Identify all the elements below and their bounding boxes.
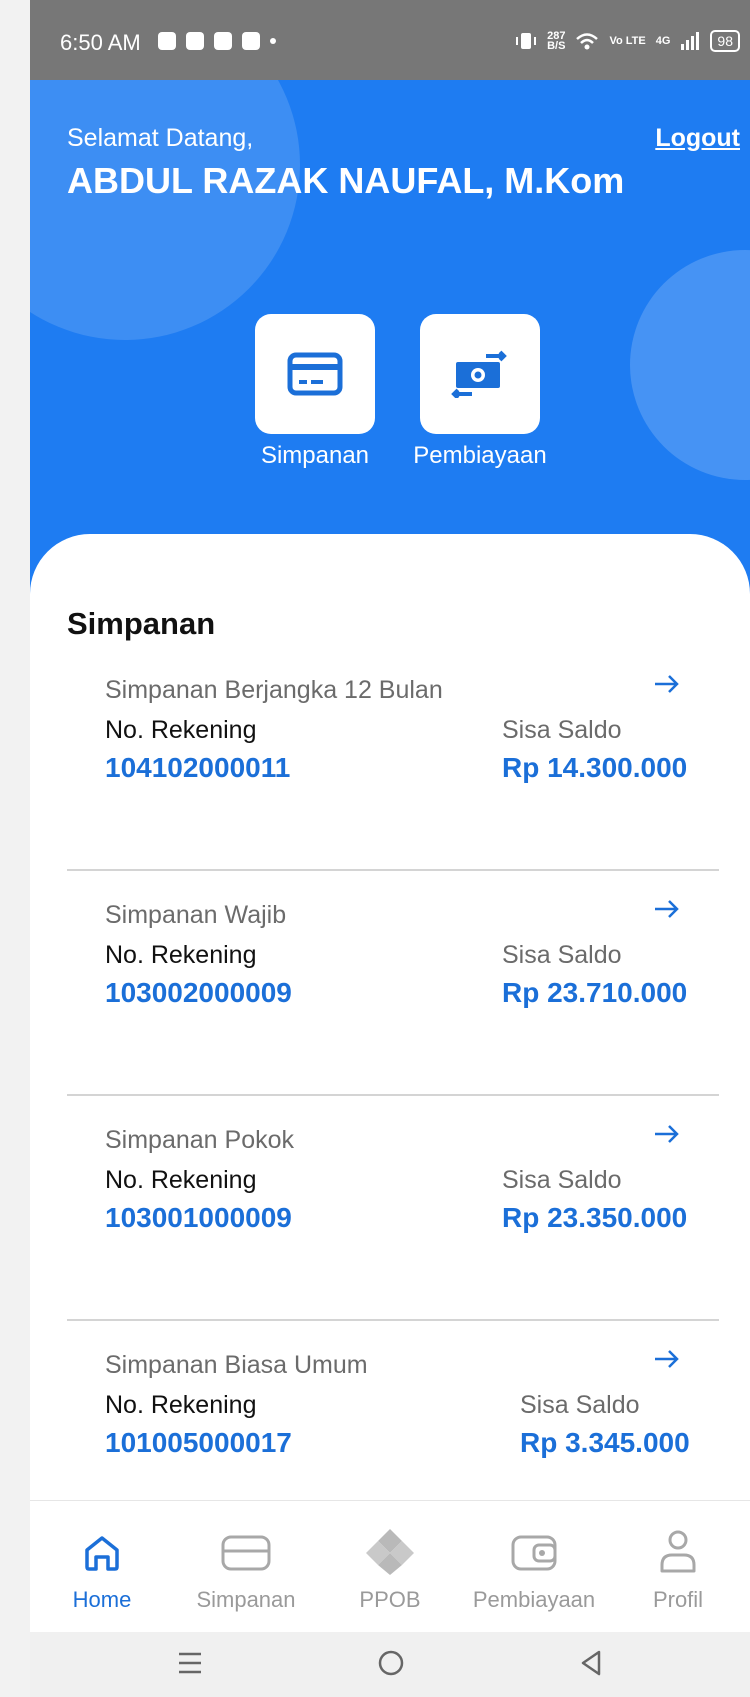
account-name: Simpanan Pokok: [105, 1126, 295, 1154]
nav-label: PPOB: [359, 1587, 421, 1612]
home-icon: [85, 1536, 119, 1571]
wifi-icon: [576, 33, 599, 50]
signal-type: 4G: [655, 35, 671, 47]
status-bar: 6:50 AM 287 B/S Vo LTE 4G 98: [30, 0, 750, 80]
account-card[interactable]: Simpanan Berjangka 12 Bulan No. Rekening…: [67, 646, 719, 871]
home-button-icon[interactable]: [376, 1648, 406, 1678]
account-card[interactable]: Simpanan Wajib No. Rekening 103002000009…: [67, 871, 719, 1096]
system-nav-bar: [30, 1632, 750, 1697]
vibrate-icon: [516, 33, 537, 49]
account-number: 101005000017: [105, 1427, 292, 1458]
simpanan-menu-button[interactable]: [255, 314, 375, 434]
savings-panel: Simpanan Simpanan Berjangka 12 Bulan No.…: [30, 534, 750, 1514]
credit-card-icon: [287, 352, 343, 396]
balance-label: Sisa Saldo: [520, 1391, 640, 1419]
app-screen: 6:50 AM 287 B/S Vo LTE 4G 98 Selamat Dat…: [30, 0, 750, 1697]
account-number: 103001000009: [105, 1202, 292, 1233]
welcome-header: Selamat Datang, ABDUL RAZAK NAUFAL, M.Ko…: [30, 80, 750, 600]
nav-profil[interactable]: Profil: [606, 1501, 750, 1633]
arrow-right-icon[interactable]: [653, 672, 681, 696]
recent-apps-icon[interactable]: [176, 1648, 204, 1678]
status-time: 6:50 AM: [60, 30, 141, 55]
pembiayaan-menu-label: Pembiayaan: [413, 442, 547, 469]
money-transfer-icon: [451, 350, 507, 398]
network-speed: 287 B/S: [547, 31, 566, 52]
nav-label: Simpanan: [196, 1587, 296, 1612]
app-notification-icon: [186, 32, 204, 50]
balance-label: Sisa Saldo: [502, 941, 622, 969]
logout-link[interactable]: Logout: [655, 124, 740, 153]
arrow-right-icon[interactable]: [653, 1347, 681, 1371]
youtube-notification-icon: [242, 32, 260, 50]
back-icon[interactable]: [578, 1648, 604, 1678]
decor-circle: [30, 80, 300, 340]
chrome-notification-icon: [158, 32, 176, 50]
pembiayaan-menu-button[interactable]: [420, 314, 540, 434]
balance-value: Rp 14.300.000: [502, 752, 688, 783]
account-number-label: No. Rekening: [105, 1391, 257, 1419]
signal-icon: [681, 32, 700, 50]
account-number: 104102000011: [105, 752, 291, 783]
account-number-label: No. Rekening: [105, 941, 257, 969]
notification-icons: [158, 32, 276, 50]
wallet-icon: [511, 1535, 557, 1571]
simpanan-menu-label: Simpanan: [260, 442, 370, 469]
ppob-icon: [366, 1529, 414, 1575]
screen-gutter: [0, 0, 30, 1697]
account-name: Simpanan Berjangka 12 Bulan: [105, 676, 443, 704]
shop-notification-icon: [214, 32, 232, 50]
system-status-icons: 287 B/S Vo LTE 4G 98: [515, 30, 740, 52]
account-number-label: No. Rekening: [105, 716, 257, 744]
user-name: ABDUL RAZAK NAUFAL, M.Kom: [67, 160, 625, 201]
battery-level: 98: [710, 30, 740, 52]
more-notifications-icon: [270, 38, 276, 44]
nav-pembiayaan[interactable]: Pembiayaan: [462, 1501, 606, 1633]
account-number: 103002000009: [105, 977, 292, 1008]
account-card[interactable]: Simpanan Pokok No. Rekening 103001000009…: [67, 1096, 719, 1321]
account-number-label: No. Rekening: [105, 1166, 257, 1194]
account-name: Simpanan Biasa Umum: [105, 1351, 368, 1379]
nav-home[interactable]: Home: [30, 1501, 174, 1633]
balance-value: Rp 3.345.000: [520, 1427, 690, 1458]
balance-label: Sisa Saldo: [502, 1166, 622, 1194]
arrow-right-icon[interactable]: [653, 897, 681, 921]
volte-indicator: Vo LTE: [609, 35, 646, 47]
bottom-nav: Home Simpanan PPOB Pembiayaan Profil: [30, 1500, 750, 1633]
profile-icon: [660, 1530, 696, 1573]
section-title: Simpanan: [67, 606, 216, 641]
card-icon: [221, 1535, 271, 1571]
greeting-text: Selamat Datang,: [67, 124, 254, 152]
nav-label: Profil: [652, 1587, 704, 1612]
balance-label: Sisa Saldo: [502, 716, 622, 744]
balance-value: Rp 23.710.000: [502, 977, 688, 1008]
balance-value: Rp 23.350.000: [502, 1202, 688, 1233]
network-speed-unit: B/S: [547, 40, 566, 52]
nav-label: Home: [72, 1587, 132, 1612]
arrow-right-icon[interactable]: [653, 1122, 681, 1146]
nav-simpanan[interactable]: Simpanan: [174, 1501, 318, 1633]
nav-ppob[interactable]: PPOB: [318, 1501, 462, 1633]
nav-label: Pembiayaan: [472, 1587, 596, 1612]
account-name: Simpanan Wajib: [105, 901, 287, 929]
decor-circle: [630, 250, 750, 480]
